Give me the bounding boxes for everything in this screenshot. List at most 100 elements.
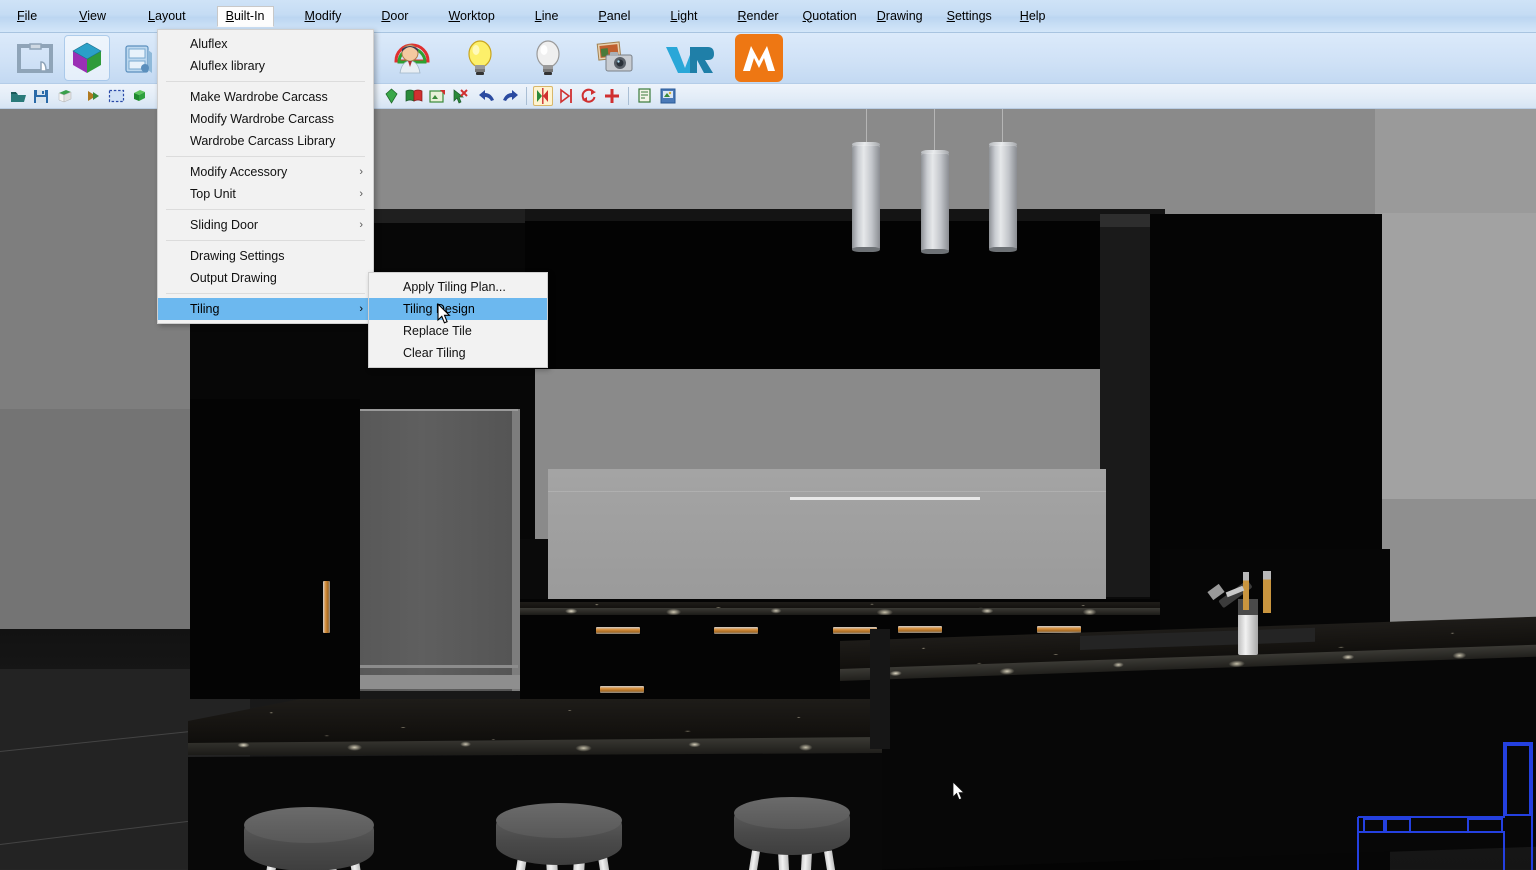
upper-cabinet-right-side — [1100, 227, 1152, 597]
utensil-knife — [1263, 571, 1271, 613]
m-logo-icon[interactable] — [735, 34, 783, 82]
menu-door[interactable]: Door — [372, 6, 417, 27]
upper-cabinet-center-top — [525, 209, 1165, 221]
undo-icon[interactable] — [477, 86, 497, 106]
menu-quotation[interactable]: Quotation — [794, 6, 866, 27]
photo-camera-icon[interactable] — [593, 35, 639, 81]
vr-icon[interactable] — [663, 35, 717, 81]
pendant-light[interactable] — [989, 145, 1017, 250]
menu-item-label: Tiling — [190, 302, 220, 316]
worktop-back-edge — [520, 608, 1160, 615]
menu-file[interactable]: File — [8, 6, 46, 27]
menu-item-aluflex[interactable]: Aluflex — [158, 33, 373, 55]
select-region-icon[interactable] — [106, 86, 126, 106]
island-side-panel — [870, 629, 890, 749]
open-folder-icon[interactable] — [8, 86, 28, 106]
refresh-icon[interactable] — [579, 86, 599, 106]
redo-icon[interactable] — [500, 86, 520, 106]
chevron-right-icon: › — [359, 219, 363, 231]
menu-line[interactable]: Line — [526, 6, 568, 27]
delete-x-icon[interactable] — [450, 86, 470, 106]
room-plan-icon[interactable] — [12, 35, 58, 81]
menu-dropdown-built-in[interactable]: Aluflex Aluflex library Make Wardrobe Ca… — [157, 29, 374, 324]
light-on-icon[interactable] — [457, 35, 503, 81]
menu-item-drawing-settings[interactable]: Drawing Settings — [158, 245, 373, 267]
menu-separator — [166, 293, 365, 294]
flip-vertical-icon[interactable] — [533, 86, 553, 106]
menu-built-in[interactable]: Built-In — [216, 5, 274, 27]
book-open-icon[interactable] — [404, 86, 424, 106]
menu-item-label: Clear Tiling — [403, 346, 466, 360]
base-cabinet-far-left[interactable] — [190, 399, 360, 699]
menu-worktop[interactable]: Worktop — [439, 6, 503, 27]
menu-submenu-tiling[interactable]: Apply Tiling Plan... Tiling Design Repla… — [368, 272, 548, 368]
pendant-cord — [934, 109, 935, 151]
menu-item-label: Replace Tile — [403, 324, 472, 338]
green-gem-icon[interactable] — [381, 86, 401, 106]
export-image-icon[interactable] — [658, 86, 678, 106]
menu-item-label: Top Unit — [190, 187, 236, 201]
menu-item-apply-tiling-plan[interactable]: Apply Tiling Plan... — [369, 276, 547, 298]
menu-item-modify-wardrobe-carcass[interactable]: Modify Wardrobe Carcass — [158, 108, 373, 130]
pendant-cord — [866, 109, 867, 145]
play-arrow-icon[interactable] — [83, 86, 103, 106]
cabinet-handle[interactable] — [323, 581, 330, 633]
tall-appliance-gap — [512, 409, 520, 691]
flip-horizontal-icon[interactable] — [556, 86, 576, 106]
menu-view[interactable]: View — [70, 6, 115, 27]
move-cross-icon[interactable] — [602, 86, 622, 106]
menu-item-make-wardrobe-carcass[interactable]: Make Wardrobe Carcass — [158, 86, 373, 108]
menu-item-wardrobe-carcass-library[interactable]: Wardrobe Carcass Library — [158, 130, 373, 152]
menu-item-sliding-door[interactable]: Sliding Door › — [158, 214, 373, 236]
menu-item-label: Make Wardrobe Carcass — [190, 90, 328, 104]
image-frame-icon[interactable] — [427, 86, 447, 106]
menu-render[interactable]: Render — [729, 6, 788, 27]
pendant-light[interactable] — [852, 145, 880, 250]
tall-appliance-top-edge — [358, 409, 518, 411]
menu-layout[interactable]: Layout — [139, 6, 195, 27]
tall-appliance-panel[interactable] — [358, 409, 518, 691]
light-off-icon[interactable] — [525, 35, 571, 81]
pendant-cord — [1002, 109, 1003, 145]
drawer-handle[interactable] — [600, 686, 644, 693]
3d-cube-icon[interactable] — [64, 35, 110, 81]
white-box-icon[interactable] — [54, 86, 74, 106]
menu-help[interactable]: Help — [1011, 6, 1055, 27]
menu-item-tiling-design[interactable]: Tiling Design — [369, 298, 547, 320]
cabinet-unit-icon[interactable] — [116, 35, 162, 81]
menu-item-top-unit[interactable]: Top Unit › — [158, 183, 373, 205]
menu-drawing[interactable]: Drawing — [868, 6, 932, 27]
menu-separator — [166, 81, 365, 82]
menu-item-tiling[interactable]: Tiling › — [158, 298, 373, 320]
menu-item-replace-tile[interactable]: Replace Tile — [369, 320, 547, 342]
menu-item-label: Modify Wardrobe Carcass — [190, 112, 335, 126]
green-box-icon[interactable] — [129, 86, 149, 106]
chevron-right-icon: › — [359, 303, 363, 315]
menu-item-aluflex-library[interactable]: Aluflex library — [158, 55, 373, 77]
backsplash-seam — [548, 491, 1106, 492]
upper-cabinet-center[interactable] — [525, 209, 1160, 369]
menu-panel[interactable]: Panel — [589, 6, 639, 27]
menu-light[interactable]: Light — [661, 6, 706, 27]
menu-separator — [166, 240, 365, 241]
avatar-person-icon[interactable] — [389, 35, 435, 81]
menu-item-label: Wardrobe Carcass Library — [190, 134, 336, 148]
drawer-handle[interactable] — [898, 626, 942, 633]
drawer-handle[interactable] — [714, 627, 758, 634]
menu-settings[interactable]: Settings — [938, 6, 1001, 27]
pendant-bottom — [921, 249, 949, 254]
menu-separator — [166, 209, 365, 210]
drawer-handle[interactable] — [596, 627, 640, 634]
2d-plan-overlay[interactable] — [1356, 735, 1536, 870]
menu-item-label: Sliding Door — [190, 218, 259, 232]
menu-item-clear-tiling[interactable]: Clear Tiling — [369, 342, 547, 364]
stool-seat-top — [244, 807, 374, 843]
menu-item-output-drawing[interactable]: Output Drawing — [158, 267, 373, 289]
menu-modify[interactable]: Modify — [296, 6, 351, 27]
save-disk-icon[interactable] — [31, 86, 51, 106]
menu-item-modify-accessory[interactable]: Modify Accessory › — [158, 161, 373, 183]
menu-item-label: Output Drawing — [190, 271, 277, 285]
report-icon[interactable] — [635, 86, 655, 106]
pendant-light[interactable] — [921, 153, 949, 252]
backsplash-panel[interactable] — [548, 469, 1106, 604]
